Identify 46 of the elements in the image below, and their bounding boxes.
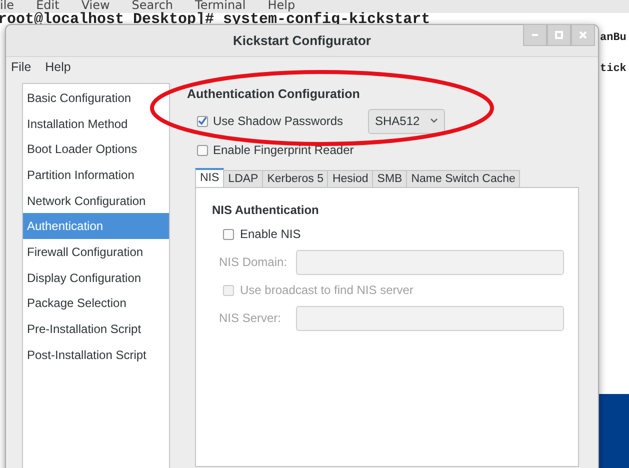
tab[interactable]: NIS — [195, 168, 224, 188]
field-label: NIS Server: — [219, 310, 282, 327]
sidebar-item[interactable]: Boot Loader Options — [23, 136, 169, 162]
window-title: Kickstart Configurator — [233, 32, 371, 50]
terminal-menu-item[interactable]: Help — [268, 0, 296, 13]
sidebar-item[interactable]: Firewall Configuration — [23, 239, 169, 265]
sidebar-item[interactable]: Partition Information — [23, 162, 169, 188]
close-button[interactable] — [571, 24, 595, 46]
algorithm-dropdown[interactable]: SHA512 — [368, 108, 445, 134]
terminal-menu-item[interactable]: View — [81, 0, 110, 13]
close-icon — [579, 31, 587, 39]
maximize-button[interactable] — [547, 24, 571, 46]
minimize-icon — [532, 34, 538, 36]
checkbox[interactable] — [197, 144, 208, 156]
checkbox-label: Use broadcast to find NIS server — [240, 282, 414, 299]
terminal-text: anBu — [600, 31, 626, 45]
terminal-menu-item[interactable]: Search — [132, 0, 174, 13]
terminal-text: tick — [600, 62, 626, 76]
tab[interactable]: Kerberos 5 — [263, 170, 328, 188]
tab[interactable]: Hesiod — [328, 170, 374, 188]
sidebar-item[interactable]: Pre-Installation Script — [23, 316, 169, 342]
field-label: NIS Domain: — [219, 254, 288, 271]
tab[interactable]: Name Switch Cache — [407, 170, 520, 188]
checkbox-label: Use Shadow Passwords — [213, 113, 344, 130]
panel-title: NIS Authentication — [212, 202, 320, 217]
menu-item[interactable]: Help — [45, 58, 71, 78]
sidebar-item[interactable]: Installation Method — [23, 110, 169, 136]
terminal-menu-item[interactable]: Edit — [36, 0, 60, 13]
sidebar-item[interactable]: Basic Configuration — [23, 85, 169, 111]
sidebar-item[interactable]: Display Configuration — [23, 264, 169, 290]
sidebar-item[interactable]: Network Configuration — [23, 188, 169, 214]
terminal-menu-item[interactable]: ile — [0, 0, 14, 13]
sidebar-item[interactable]: Post-Installation Script — [23, 342, 169, 368]
maximize-icon — [555, 31, 563, 39]
sidebar-item[interactable]: Package Selection — [23, 290, 169, 316]
tab[interactable]: LDAP — [224, 170, 264, 188]
checkbox-label: Enable Fingerprint Reader — [213, 142, 354, 159]
menu-item[interactable]: File — [11, 58, 32, 78]
checkbox[interactable] — [223, 228, 234, 240]
caret-icon — [430, 118, 438, 124]
terminal-menu-item[interactable]: Terminal — [195, 0, 246, 13]
section-title: Authentication Configuration — [187, 86, 361, 103]
checkbox[interactable] — [197, 116, 208, 126]
minimize-button[interactable] — [523, 24, 547, 46]
checkbox-label: Enable NIS — [240, 226, 301, 243]
tab[interactable]: SMB — [373, 170, 408, 188]
